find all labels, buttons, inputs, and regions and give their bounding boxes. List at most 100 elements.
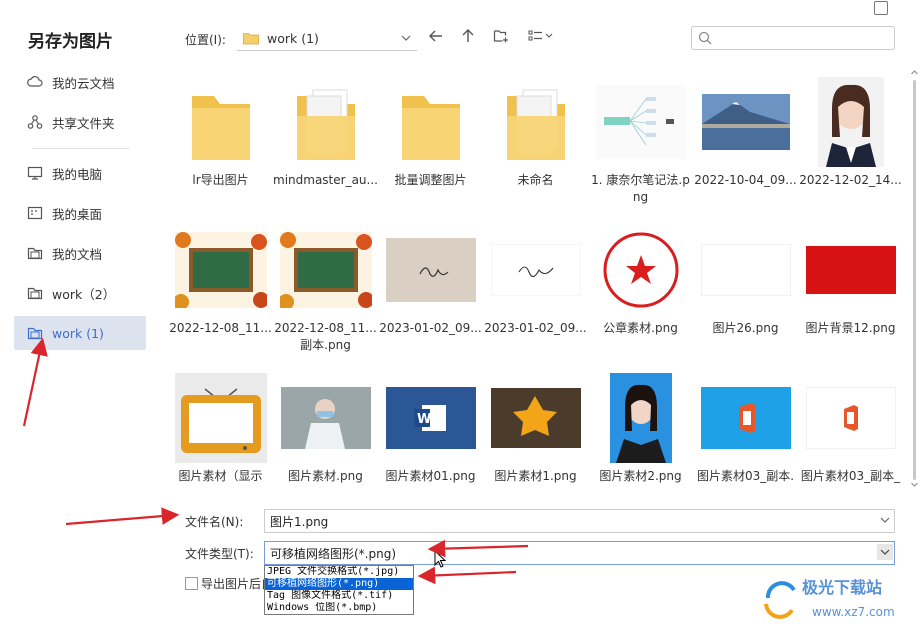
file-item[interactable]: 2022-12-02_14... (798, 76, 903, 189)
file-name: 图片素材（显示 (178, 469, 263, 483)
file-item[interactable]: 2023-01-02_09... (378, 224, 483, 337)
watermark-logo: 极光下载站 www.xz7.com (760, 570, 920, 625)
folder-icon (280, 76, 372, 168)
filename-input[interactable]: 图片1.png (264, 509, 895, 533)
new-folder-button[interactable] (492, 28, 510, 46)
view-mode-button[interactable] (527, 28, 557, 46)
file-item[interactable]: W 图片素材01.png (378, 372, 483, 485)
file-name: 图片素材03_副本. (696, 469, 795, 483)
dialog-title: 另存为图片 (28, 32, 113, 52)
file-item[interactable]: 图片素材03_副本_ (798, 372, 903, 485)
file-item[interactable]: 图片素材.png (273, 372, 378, 485)
file-name: 2022-12-02_14... (799, 173, 902, 187)
search-input[interactable] (691, 26, 895, 50)
sidebar-item-work-1[interactable]: work (1) (14, 316, 146, 350)
file-item[interactable]: 图片素材（显示 (168, 372, 273, 485)
file-item[interactable]: 公章素材.png (588, 224, 693, 337)
up-button[interactable] (459, 28, 477, 46)
file-name: 1. 康奈尔笔记法.png (591, 173, 690, 204)
back-button[interactable] (427, 28, 445, 46)
file-name: 公章素材.png (603, 321, 678, 335)
file-item[interactable]: 图片背景12.png (798, 224, 903, 337)
sidebar-item-label: 我的文档 (52, 246, 103, 262)
sidebar: 另存为图片 我的云文档 共享文件夹 我的电脑 我的桌面 我的文档 work（2）… (0, 0, 163, 625)
folder-icon (175, 76, 267, 168)
folder-item[interactable]: mindmaster_au... (273, 76, 378, 189)
sidebar-item-work-2[interactable]: work（2） (14, 276, 146, 310)
filename-value: 图片1.png (270, 514, 329, 529)
folder-icon (385, 76, 477, 168)
image-thumbnail (385, 224, 477, 316)
desktop-icon (27, 205, 43, 221)
location-value: work (1) (267, 30, 319, 46)
list-view-icon (528, 29, 556, 46)
file-name: 图片素材1.png (494, 469, 577, 483)
sidebar-item-label: 共享文件夹 (52, 115, 115, 131)
location-label: 位置(I): (185, 33, 226, 47)
sidebar-item-my-desktop[interactable]: 我的桌面 (14, 196, 146, 230)
svg-text:极光下载站: 极光下载站 (802, 578, 882, 597)
file-name: 2022-12-08_11...副本.png (274, 321, 377, 352)
svg-text:www.xz7.com: www.xz7.com (812, 605, 895, 619)
folder-icon (243, 32, 259, 45)
folder-item[interactable]: lr导出图片 (168, 76, 273, 189)
folder-icon (27, 285, 43, 301)
sidebar-item-my-documents[interactable]: 我的文档 (14, 236, 146, 270)
filetype-option-tif[interactable]: Tag 图像文件格式(*.tif) (265, 590, 413, 602)
file-name: 2022-10-04_09... (694, 173, 797, 187)
maximize-button[interactable] (874, 1, 888, 15)
folder-item[interactable]: 未命名 (483, 76, 588, 189)
file-item[interactable]: 图片26.png (693, 224, 798, 337)
arrow-up-icon (460, 28, 476, 47)
file-item[interactable]: 2022-10-04_09... (693, 76, 798, 189)
file-name: 图片素材01.png (385, 469, 476, 483)
sidebar-item-label: work（2） (52, 286, 116, 302)
folder-icon (27, 245, 43, 261)
image-thumbnail (595, 76, 687, 168)
image-thumbnail (700, 76, 792, 168)
image-thumbnail (805, 372, 897, 464)
chevron-down-icon (401, 32, 411, 46)
filetype-option-jpg[interactable]: JPEG 文件交换格式(*.jpg) (265, 566, 413, 578)
file-name: 图片素材2.png (599, 469, 682, 483)
svg-text:W: W (417, 412, 431, 427)
sidebar-item-label: 我的桌面 (52, 206, 103, 222)
filetype-option-png[interactable]: 可移植网络图形(*.png) (265, 578, 413, 590)
computer-icon (27, 165, 43, 181)
share-icon (27, 114, 43, 130)
file-name: 图片素材.png (288, 469, 363, 483)
file-item[interactable]: 图片素材2.png (588, 372, 693, 485)
folder-icon (490, 76, 582, 168)
image-thumbnail (490, 224, 582, 316)
sidebar-item-label: 我的电脑 (52, 166, 103, 182)
sidebar-divider (32, 148, 130, 149)
image-thumbnail (490, 372, 582, 464)
vertical-scrollbar[interactable] (908, 66, 921, 496)
filetype-option-bmp[interactable]: Windows 位图(*.bmp) (265, 602, 413, 614)
file-item[interactable]: 图片素材03_副本. (693, 372, 798, 485)
sidebar-item-cloud-docs[interactable]: 我的云文档 (14, 65, 146, 99)
image-thumbnail (595, 224, 687, 316)
arrow-left-icon (428, 28, 444, 47)
location-dropdown[interactable]: work (1) (237, 26, 417, 51)
image-thumbnail (595, 372, 687, 464)
image-thumbnail (805, 224, 897, 316)
file-name: 图片素材03_副本_ (800, 469, 901, 483)
file-item[interactable]: 2022-12-08_11... (168, 224, 273, 337)
file-item[interactable]: 1. 康奈尔笔记法.png (588, 76, 693, 206)
folder-item[interactable]: 批量调整图片 (378, 76, 483, 189)
file-grid: lr导出图片 mindmaster_au... 批量调整图片 未命名 1. 康奈尔笔记法… (163, 66, 908, 496)
chevron-down-icon (877, 544, 893, 560)
filetype-dropdown-list: JPEG 文件交换格式(*.jpg) 可移植网络图形(*.png) Tag 图像… (264, 565, 414, 615)
image-thumbnail (174, 224, 267, 316)
mouse-cursor-icon (434, 549, 447, 571)
file-item[interactable]: 2023-01-02_09... (483, 224, 588, 337)
file-item[interactable]: 图片素材1.png (483, 372, 588, 485)
folder-icon (27, 325, 43, 341)
file-item[interactable]: 2022-12-08_11...副本.png (273, 224, 378, 354)
sidebar-item-shared-folder[interactable]: 共享文件夹 (14, 105, 146, 139)
sidebar-item-my-computer[interactable]: 我的电脑 (14, 156, 146, 190)
auto-open-checkbox[interactable] (185, 577, 198, 590)
file-name: 批量调整图片 (394, 173, 467, 187)
filetype-select[interactable]: 可移植网络图形(*.png) (264, 541, 895, 565)
